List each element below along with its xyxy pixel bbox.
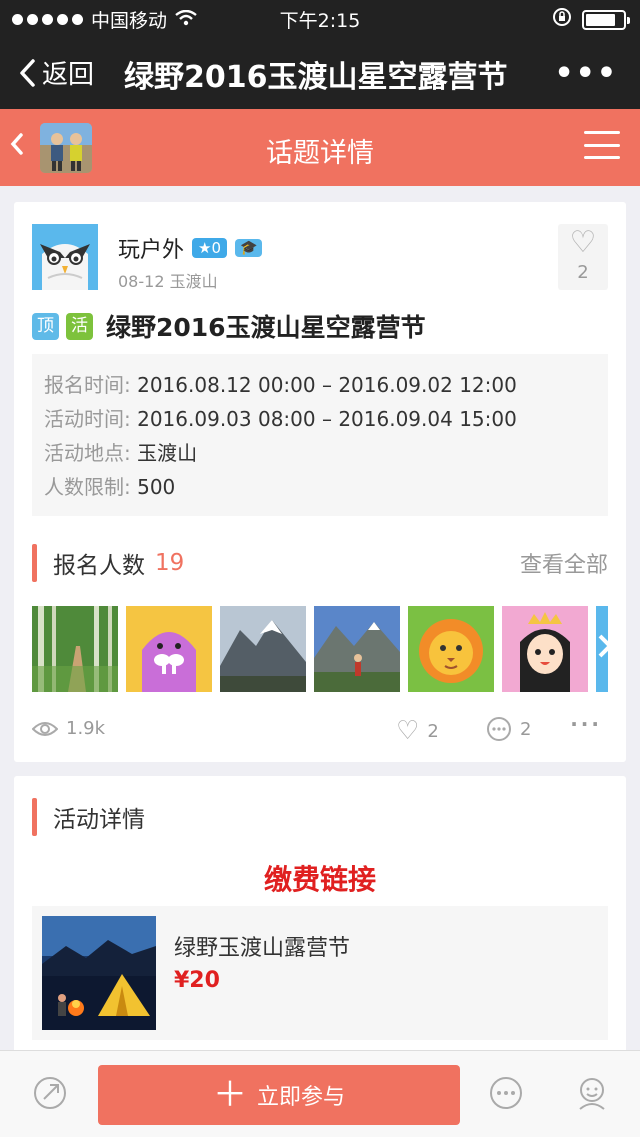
info-label: 报名时间:: [44, 373, 131, 397]
post-title: 绿野2016玉渡山星空露营节: [106, 313, 426, 342]
heart-outline-icon: ♡: [569, 225, 597, 260]
star-level-value: 0: [211, 239, 222, 257]
more-options-button[interactable]: •••: [554, 56, 618, 91]
details-section-header: 活动详情: [32, 798, 608, 836]
back-button[interactable]: 返回: [18, 54, 94, 91]
product-thumbnail: [42, 916, 156, 1030]
status-time: 下午2:15: [279, 10, 361, 32]
participant-avatar[interactable]: [314, 606, 400, 692]
post-meta: 08-12 玉渡山: [118, 272, 218, 291]
details-label: 活动详情: [53, 807, 145, 833]
likes-count: 2: [427, 720, 439, 742]
eye-icon: [32, 721, 58, 736]
favorite-button[interactable]: ♡ 2: [558, 224, 608, 290]
participant-avatar[interactable]: [32, 606, 118, 692]
participant-avatar[interactable]: [596, 606, 608, 692]
signup-count: 19: [155, 550, 185, 576]
signup-time-row: 报名时间: 2016.08.12 00:00 – 2016.09.02 12:0…: [44, 368, 596, 402]
location-row: 活动地点: 玉渡山: [44, 436, 596, 470]
post-stats: 1.9k ♡ 2 2 ···: [32, 712, 608, 752]
product-price: ¥20: [174, 968, 220, 993]
info-label: 活动地点:: [44, 441, 131, 465]
back-chevron-icon: [20, 58, 35, 87]
comment-button[interactable]: 2: [486, 716, 531, 742]
status-bar: 中国移动 下午2:15: [0, 0, 640, 36]
rotation-lock-icon: [552, 7, 572, 32]
header-title: 话题详情: [266, 138, 374, 169]
join-label: 立即参与: [256, 1085, 345, 1110]
comment-icon: [487, 717, 511, 741]
info-label: 人数限制:: [44, 475, 131, 499]
hamburger-menu-icon[interactable]: [584, 131, 620, 159]
bottom-action-bar: ＋ 立即参与: [0, 1050, 640, 1137]
participant-avatar[interactable]: [126, 606, 212, 692]
info-value: 500: [137, 475, 176, 499]
post-more-icon[interactable]: ···: [570, 712, 602, 736]
signup-label: 报名人数: [53, 553, 145, 579]
activity-time-row: 活动时间: 2016.09.03 08:00 – 2016.09.04 15:0…: [44, 402, 596, 436]
view-all-link[interactable]: 查看全部: [520, 547, 608, 579]
participant-avatars: [32, 606, 608, 692]
battery-icon: [582, 9, 630, 30]
comments-count: 2: [520, 718, 532, 740]
product-name: 绿野玉渡山露营节: [174, 936, 351, 961]
profile-icon[interactable]: [574, 1075, 610, 1115]
info-label: 活动时间:: [44, 407, 131, 431]
section-accent-bar: [32, 544, 37, 582]
like-button[interactable]: ♡ 2: [396, 716, 439, 746]
graduation-cap-icon: 🎓: [235, 239, 263, 257]
info-value: 2016.08.12 00:00 – 2016.09.02 12:00: [137, 373, 517, 397]
heart-icon: ♡: [396, 716, 420, 746]
nav-title: 绿野2016玉渡山星空露营节: [124, 60, 508, 95]
participant-avatar[interactable]: [220, 606, 306, 692]
comment-bar-icon[interactable]: [488, 1075, 524, 1115]
wechat-nav-bar: 返回 绿野2016玉渡山星空露营节 •••: [0, 36, 640, 109]
views-count: 1.9k: [66, 718, 106, 739]
pay-link[interactable]: 缴费链接: [14, 858, 626, 898]
info-value: 2016.09.03 08:00 – 2016.09.04 15:00: [137, 407, 517, 431]
activity-info-box: 报名时间: 2016.08.12 00:00 – 2016.09.02 12:0…: [32, 354, 608, 516]
views-stat: 1.9k: [32, 718, 105, 739]
back-label: 返回: [42, 60, 95, 90]
favorite-count: 2: [577, 262, 589, 283]
author-name[interactable]: 玩户外: [118, 232, 184, 264]
plus-icon: ＋: [212, 1075, 247, 1115]
signup-section-header: 报名人数 19 查看全部: [32, 544, 608, 582]
section-accent-bar: [32, 798, 37, 836]
owl-avatar[interactable]: [32, 224, 98, 290]
limit-row: 人数限制: 500: [44, 470, 596, 504]
participant-avatar[interactable]: [502, 606, 588, 692]
topic-header: 话题详情: [0, 109, 640, 186]
share-icon[interactable]: [32, 1075, 68, 1115]
star-level-badge: ★0: [192, 238, 228, 258]
activity-details-card: 活动详情 缴费链接 绿野玉渡山露营节 ¥20: [14, 776, 626, 1066]
topic-card: 玩户外 ★0 🎓 08-12 玉渡山 ♡ 2 顶 活 绿野2016玉渡山星空露营…: [14, 202, 626, 762]
participant-avatar[interactable]: [408, 606, 494, 692]
info-value: 玉渡山: [137, 441, 198, 465]
activity-tag: 活: [66, 312, 93, 340]
join-now-button[interactable]: ＋ 立即参与: [98, 1065, 460, 1125]
product-card[interactable]: 绿野玉渡山露营节 ¥20: [32, 906, 608, 1040]
pinned-tag: 顶: [32, 312, 59, 340]
